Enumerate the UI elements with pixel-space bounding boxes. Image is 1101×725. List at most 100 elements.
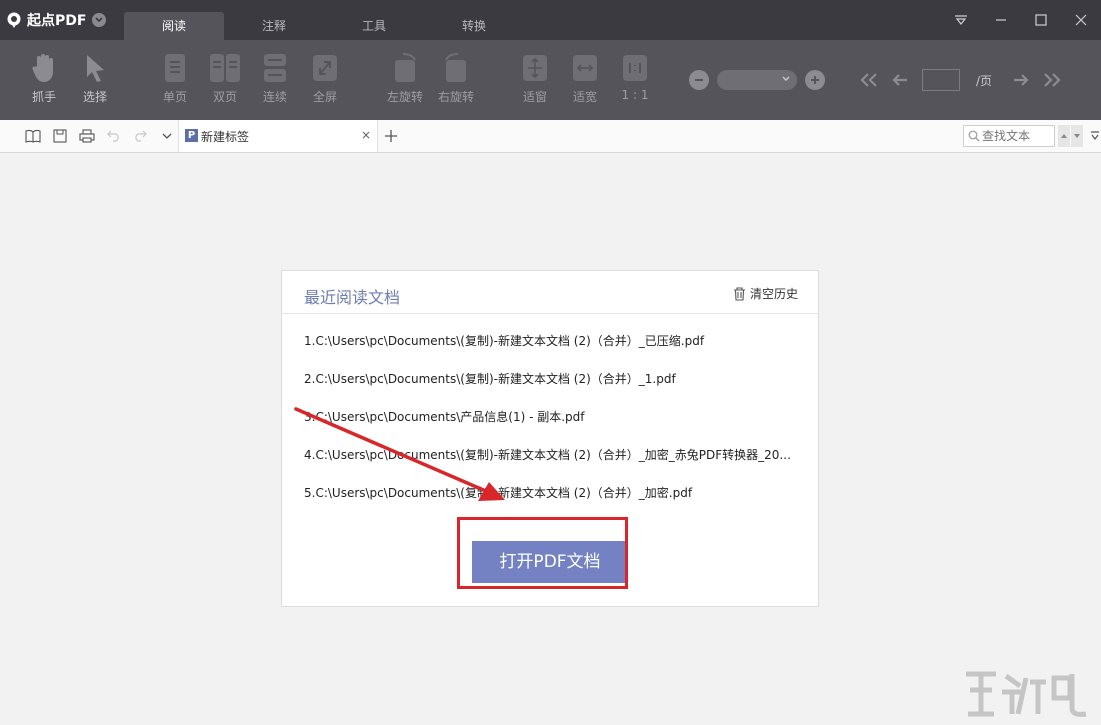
save-icon — [53, 129, 67, 143]
highlight-box — [457, 517, 628, 589]
grab-tool-button[interactable]: 抓手 — [18, 52, 70, 105]
arrow-left-icon — [892, 74, 907, 86]
document-tab-title: 新建标签 — [201, 130, 250, 144]
rotate-left-label: 左旋转 — [386, 90, 423, 104]
chevron-down-icon — [782, 76, 790, 81]
open-file-button[interactable] — [24, 127, 42, 145]
select-tool-button[interactable]: 选择 — [69, 52, 121, 105]
list-item[interactable]: 1.C:\Users\pc\Documents\(复制)-新建文本文档 (2)（… — [304, 333, 798, 371]
book-icon — [25, 129, 41, 143]
zoom-controls — [689, 68, 825, 92]
window-controls — [941, 0, 1101, 40]
triangle-down-icon — [955, 15, 967, 25]
plus-icon — [385, 130, 397, 142]
rotate-right-button[interactable]: 右旋转 — [430, 52, 482, 105]
fit-width-icon — [573, 55, 597, 81]
document-tab[interactable]: P 新建标签 × — [178, 120, 378, 152]
maximize-button[interactable] — [1021, 0, 1061, 40]
tab-tools[interactable]: 工具 — [324, 12, 424, 40]
redo-button[interactable] — [131, 127, 149, 145]
fit-width-button[interactable]: 适宽 — [559, 52, 611, 105]
actual-size-button[interactable]: 1 : 1 — [609, 52, 661, 102]
skin-menu-button[interactable] — [941, 0, 981, 40]
rotate-right-label: 右旋转 — [437, 90, 474, 104]
zoom-out-button[interactable] — [689, 70, 709, 90]
search-prev-button[interactable] — [1058, 125, 1070, 147]
double-chevron-right-icon — [1044, 73, 1061, 87]
fit-window-label: 适窗 — [522, 90, 547, 104]
next-page-button[interactable] — [1010, 69, 1032, 91]
tab-read[interactable]: 阅读 — [124, 12, 224, 40]
app-logo: 起点PDF — [6, 10, 107, 30]
fullscreen-button[interactable]: 全屏 — [299, 52, 351, 105]
quick-access-dropdown[interactable] — [158, 127, 176, 145]
cursor-arrow-icon — [87, 55, 104, 82]
triangle-down-icon — [1074, 134, 1080, 138]
document-tab-bar: P 新建标签 × — [0, 120, 1101, 153]
fullscreen-label: 全屏 — [312, 90, 337, 104]
double-page-icon — [210, 54, 240, 82]
actual-size-icon — [623, 55, 647, 81]
search-options-dropdown[interactable] — [1086, 127, 1101, 145]
fullscreen-icon — [313, 55, 337, 81]
fit-window-icon — [523, 55, 547, 81]
rotate-right-icon — [445, 53, 466, 82]
fit-window-button[interactable]: 适窗 — [509, 52, 561, 105]
triangle-up-icon — [1061, 134, 1067, 138]
actual-size-label: 1 : 1 — [621, 88, 649, 102]
previous-page-button[interactable] — [889, 69, 911, 91]
close-tab-icon[interactable]: × — [361, 128, 371, 142]
minimize-button[interactable] — [981, 0, 1021, 40]
location-pin-icon — [7, 12, 21, 28]
double-page-button[interactable]: 双页 — [199, 52, 251, 105]
list-item[interactable]: 2.C:\Users\pc\Documents\(复制)-新建文本文档 (2)（… — [304, 371, 798, 409]
search-input[interactable] — [982, 127, 1052, 145]
minus-icon — [695, 79, 703, 81]
print-button[interactable] — [78, 127, 96, 145]
first-page-button[interactable] — [858, 69, 880, 91]
close-icon — [1075, 14, 1087, 26]
maximize-icon — [1035, 14, 1047, 26]
continuous-button[interactable]: 连续 — [249, 52, 301, 105]
tab-annotate[interactable]: 注释 — [224, 12, 324, 40]
panel-header: 最近阅读文档 清空历史 — [282, 271, 818, 314]
save-button[interactable] — [51, 127, 69, 145]
printer-icon — [79, 129, 95, 143]
watermark-logo — [966, 671, 1087, 717]
page-suffix: /页 — [976, 73, 993, 88]
single-page-button[interactable]: 单页 — [149, 52, 201, 105]
continuous-label: 连续 — [262, 90, 287, 104]
close-button[interactable] — [1061, 0, 1101, 40]
page-number-input[interactable] — [922, 69, 960, 91]
last-page-button[interactable] — [1041, 69, 1063, 91]
clear-history-button[interactable]: 清空历史 — [733, 285, 798, 302]
new-tab-button[interactable] — [382, 126, 400, 146]
chevron-down-icon — [95, 17, 104, 23]
zoom-level-select[interactable] — [717, 70, 797, 90]
app-menu-dropdown[interactable] — [92, 13, 107, 27]
rotate-left-icon — [395, 53, 416, 82]
main-toolbar: 抓手 选择 单页 双页 连续 全屏 左旋转 右旋转 适窗 适宽 1: 1 /页 — [0, 40, 1101, 120]
list-item[interactable]: 4.C:\Users\pc\Documents\(复制)-新建文本文档 (2)（… — [304, 447, 798, 485]
list-item[interactable]: 3.C:\Users\pc\Documents\产品信息(1) - 副本.pdf — [304, 409, 798, 447]
search-next-button[interactable] — [1071, 125, 1083, 147]
search-icon — [968, 130, 980, 142]
rotate-left-button[interactable]: 左旋转 — [379, 52, 431, 105]
undo-button[interactable] — [105, 127, 123, 145]
zoom-in-button[interactable] — [805, 70, 825, 90]
chevron-down-icon — [1091, 131, 1099, 140]
trash-icon — [733, 286, 745, 301]
minimize-icon — [996, 19, 1006, 21]
fit-width-label: 适宽 — [572, 90, 597, 104]
plus-icon — [811, 76, 819, 84]
title-bar: 起点PDF 阅读 注释 工具 转换 — [0, 0, 1101, 40]
page-navigation: /页 — [858, 68, 1072, 92]
tab-convert[interactable]: 转换 — [424, 12, 524, 40]
hand-icon — [32, 54, 53, 82]
double-page-label: 双页 — [212, 90, 237, 104]
panel-title: 最近阅读文档 — [304, 288, 401, 307]
double-chevron-left-icon — [860, 73, 877, 87]
grab-tool-label: 抓手 — [31, 90, 56, 104]
recent-documents-list: 1.C:\Users\pc\Documents\(复制)-新建文本文档 (2)（… — [304, 333, 798, 523]
redo-icon — [135, 130, 147, 142]
